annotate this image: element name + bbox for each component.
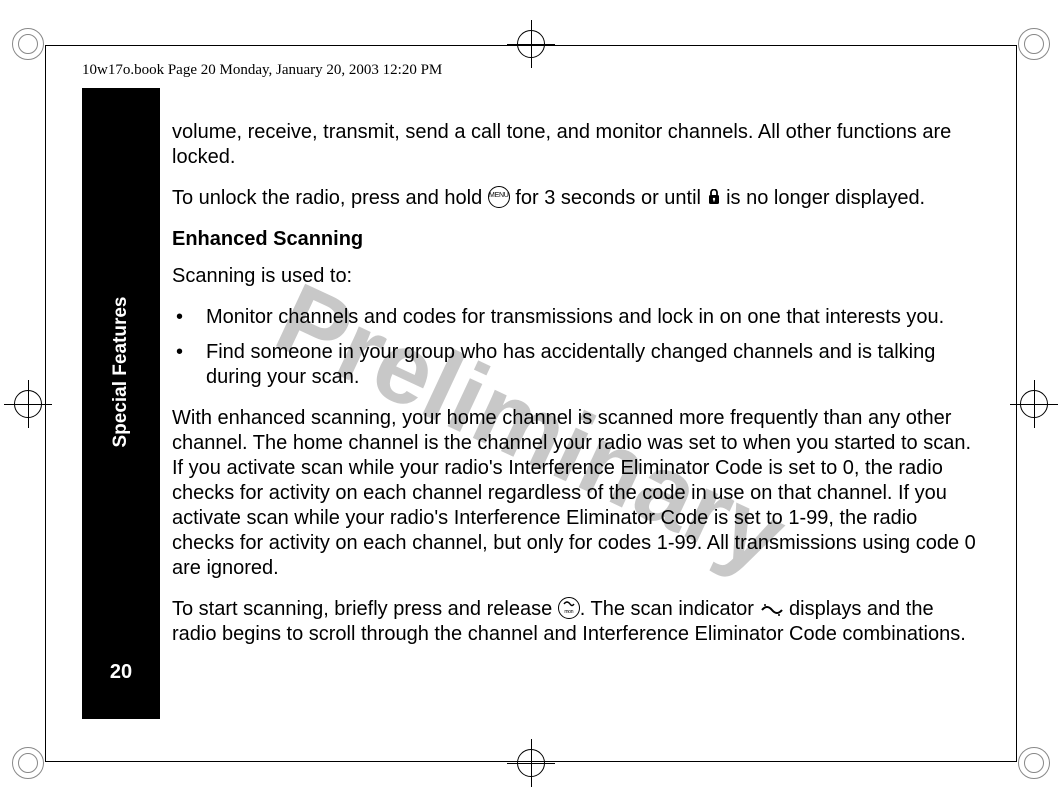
paragraph-1: volume, receive, transmit, send a call t… xyxy=(172,120,982,170)
crop-mark-bottom-right xyxy=(1018,747,1050,779)
sidebar: Special Features 20 xyxy=(82,88,160,719)
content: volume, receive, transmit, send a call t… xyxy=(172,120,982,663)
trim-line-right xyxy=(1016,45,1017,762)
text-span: . The scan indicator xyxy=(580,598,760,620)
trim-line-top xyxy=(45,45,1017,46)
paragraph-5: To start scanning, briefly press and rel… xyxy=(172,597,982,647)
text-span: To start scanning, briefly press and rel… xyxy=(172,598,558,620)
running-head: 10w17o.book Page 20 Monday, January 20, … xyxy=(82,62,442,79)
sidebar-title: Special Features xyxy=(110,296,132,447)
trim-line-bottom xyxy=(45,761,1017,762)
mon-button-icon: mon xyxy=(558,597,580,619)
page-number: 20 xyxy=(82,661,160,684)
crop-mark-top-right xyxy=(1018,28,1050,60)
text-span: is no longer displayed. xyxy=(721,187,926,209)
list-item: Monitor channels and codes for transmiss… xyxy=(172,305,982,330)
paragraph-2: To unlock the radio, press and hold MENU… xyxy=(172,186,982,211)
crop-mark-top-left xyxy=(12,28,44,60)
bullet-list: Monitor channels and codes for transmiss… xyxy=(172,305,982,390)
registration-mark-bottom xyxy=(515,747,547,779)
registration-mark-top xyxy=(515,28,547,60)
registration-mark-right xyxy=(1018,388,1050,420)
list-item: Find someone in your group who has accid… xyxy=(172,340,982,390)
paragraph-3: Scanning is used to: xyxy=(172,264,982,289)
scan-indicator-icon xyxy=(760,602,784,616)
text-span: To unlock the radio, press and hold xyxy=(172,187,488,209)
paragraph-4: With enhanced scanning, your home channe… xyxy=(172,406,982,581)
menu-button-icon: MENU xyxy=(488,186,510,208)
page: 10w17o.book Page 20 Monday, January 20, … xyxy=(0,0,1062,807)
registration-mark-left xyxy=(12,388,44,420)
section-heading: Enhanced Scanning xyxy=(172,227,982,252)
trim-line-left xyxy=(45,45,46,762)
crop-mark-bottom-left xyxy=(12,747,44,779)
lock-icon xyxy=(707,189,721,205)
text-span: for 3 seconds or until xyxy=(510,187,707,209)
